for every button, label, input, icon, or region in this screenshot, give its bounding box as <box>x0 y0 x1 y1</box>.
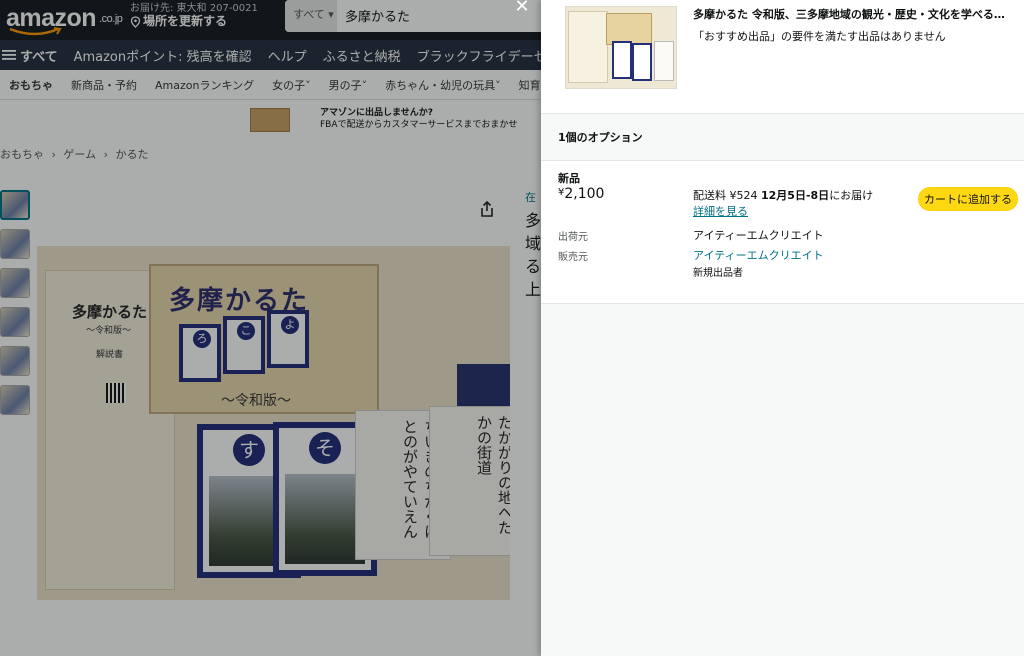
seller-link[interactable]: アイティーエムクリエイト <box>693 247 824 263</box>
delivery-suffix: にお届け <box>829 189 874 202</box>
offer-condition: 新品 <box>558 172 580 185</box>
offer-row: 新品 ¥2,100 配送料 ¥524 12月5日-8日にお届け 詳細を見る カー… <box>541 160 1024 304</box>
offers-side-panel: 多摩かるた 令和版、三多摩地域の観光・歴史・文化を学べる… 「おすすめ出品」の要… <box>541 0 1024 656</box>
product-title: 多摩かるた 令和版、三多摩地域の観光・歴史・文化を学べる… <box>693 8 1005 21</box>
price-value: 2,100 <box>564 186 605 202</box>
delivery-dates: 12月5日-8日 <box>761 189 830 202</box>
ships-from-label: 出荷元 <box>558 232 588 243</box>
close-panel-button[interactable]: ✕ <box>509 0 535 16</box>
sold-by-label: 販売元 <box>558 252 588 263</box>
close-icon: ✕ <box>514 0 530 17</box>
product-thumbnail <box>565 6 677 89</box>
offer-price: ¥2,100 <box>558 186 604 202</box>
recommended-offer-note: 「おすすめ出品」の要件を満たす出品はありません <box>693 30 946 43</box>
options-count: 1個のオプション <box>558 131 643 144</box>
details-link[interactable]: 詳細を見る <box>693 203 748 219</box>
shipping-fee: 配送料 ¥524 <box>693 189 761 202</box>
ships-from-value: アイティーエムクリエイト <box>693 229 824 242</box>
shipping-info: 配送料 ¥524 12月5日-8日にお届け <box>693 187 873 203</box>
new-seller-note: 新規出品者 <box>693 268 743 279</box>
price-currency: ¥ <box>558 187 565 198</box>
panel-header: 多摩かるた 令和版、三多摩地域の観光・歴史・文化を学べる… 「おすすめ出品」の要… <box>541 0 1024 114</box>
add-to-cart-button[interactable]: カートに追加する <box>918 187 1018 211</box>
